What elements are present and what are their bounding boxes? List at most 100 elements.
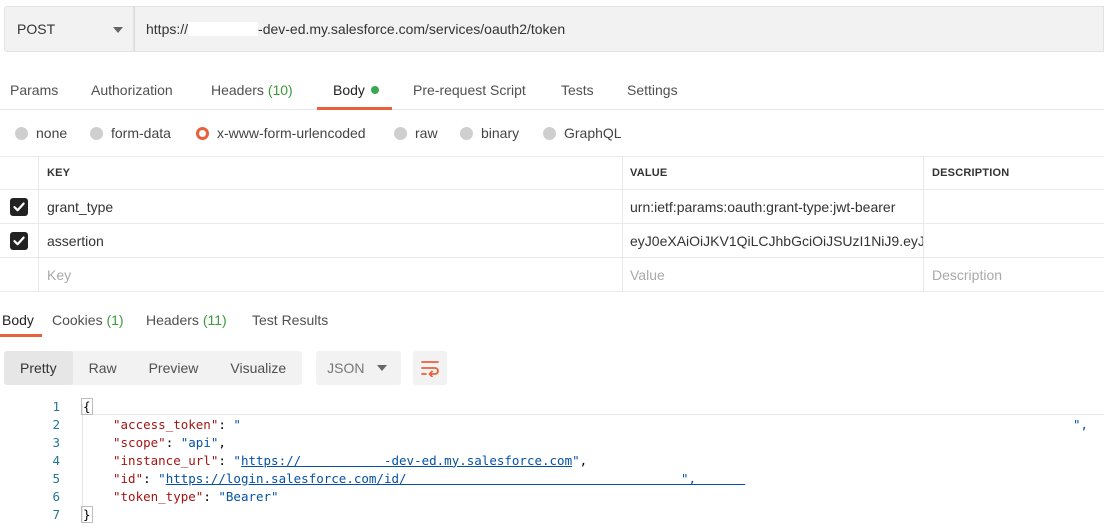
tab-tests[interactable]: Tests [561, 82, 594, 98]
json-key: "token_type" [113, 488, 204, 504]
radio-label: GraphQL [564, 125, 622, 141]
active-tab-indicator [0, 334, 42, 337]
tab-headers[interactable]: Headers (10) [211, 82, 293, 98]
value-cell[interactable]: eyJ0eXAiOiJKV1QiLCJhbGciOiJSUzI1NiJ9.eyJ… [622, 224, 923, 257]
request-url-bar: POST https:// -dev-ed.my.salesforce.com/… [4, 6, 1104, 52]
json-link[interactable]: -dev-ed.my.salesforce.com [384, 453, 572, 468]
code-line: 5 "id": "https://login.salesforce.com/id… [0, 469, 696, 487]
tab-label: Body [2, 312, 34, 328]
json-string: "Bearer" [218, 488, 279, 504]
view-visualize-button[interactable]: Visualize [214, 351, 302, 385]
response-toolbar: Pretty Raw Preview Visualize JSON [4, 351, 448, 385]
url-input[interactable]: https:// -dev-ed.my.salesforce.com/servi… [134, 6, 1104, 52]
json-key: "id" [113, 470, 144, 486]
json-string-close: ", [681, 470, 697, 486]
checkbox-cell [0, 190, 38, 223]
json-key: "scope" [113, 434, 166, 450]
description-cell[interactable] [923, 224, 1104, 257]
view-raw-button[interactable]: Raw [73, 351, 133, 385]
tab-body[interactable]: Body [333, 82, 379, 98]
key-cell[interactable]: assertion [38, 224, 622, 257]
status-dot-icon [370, 86, 379, 94]
radio-graphql[interactable]: GraphQL [543, 125, 622, 141]
checkmark-icon [13, 236, 25, 245]
url-prefix: https:// [146, 21, 189, 37]
tab-label: Headers [146, 312, 199, 328]
tab-label: Tests [561, 82, 594, 98]
key-input-placeholder[interactable]: Key [38, 258, 622, 291]
code-line: 1 { [0, 397, 93, 415]
http-method-label: POST [17, 21, 56, 37]
checkbox-cell [0, 258, 38, 291]
column-header-description: DESCRIPTION [923, 157, 1104, 189]
format-select[interactable]: JSON [316, 351, 402, 385]
tab-label: Body [333, 82, 365, 98]
checkbox-checked[interactable] [10, 231, 28, 250]
tab-params[interactable]: Params [10, 82, 58, 98]
tab-label: Params [10, 82, 59, 98]
tab-settings[interactable]: Settings [627, 82, 678, 98]
radio-label: x-www-form-urlencoded [217, 125, 366, 141]
tab-response-body[interactable]: Body [2, 312, 34, 328]
url-suffix: -dev-ed.my.salesforce.com/services/oauth… [258, 21, 566, 37]
line-number: 3 [52, 434, 60, 450]
tab-label: Authorization [91, 82, 173, 98]
tab-label: Headers [211, 82, 264, 98]
radio-form-data[interactable]: form-data [90, 125, 171, 141]
json-string-close: ", [1073, 416, 1089, 432]
wrap-lines-icon [421, 361, 440, 377]
json-link[interactable]: https:// [241, 453, 301, 468]
code-line: 6 "token_type": "Bearer" [0, 487, 278, 505]
line-number: 6 [52, 488, 60, 504]
value-input-placeholder[interactable]: Value [622, 258, 923, 291]
code-line: 4 "instance_url": "https:// -dev-ed.my.s… [0, 451, 587, 469]
line-number: 5 [52, 470, 60, 486]
radio-circle-icon [543, 126, 556, 140]
view-preview-button[interactable]: Preview [133, 351, 215, 385]
line-number: 1 [52, 398, 60, 414]
json-key: "instance_url" [113, 452, 219, 468]
description-input-placeholder[interactable]: Description [923, 258, 1104, 291]
key-cell[interactable]: grant_type [38, 190, 622, 223]
description-cell[interactable] [923, 190, 1104, 223]
tab-response-headers[interactable]: Headers (11) [146, 312, 227, 328]
tab-label: Test Results [252, 312, 329, 328]
response-tabs: Body Cookies (1) Headers (11) Test Resul… [0, 304, 1104, 338]
header-checkbox-cell [0, 157, 38, 189]
tab-pre-request-script[interactable]: Pre-request Script [413, 82, 526, 98]
http-method-select[interactable]: POST [4, 6, 134, 52]
radio-circle-icon [90, 126, 103, 140]
tab-test-results[interactable]: Test Results [252, 312, 328, 328]
response-body-viewer[interactable]: 1 { 2 "access_token": " ", 3 "scope": "a… [0, 396, 1104, 531]
column-header-value: VALUE [622, 157, 923, 189]
table-row: assertion eyJ0eXAiOiJKV1QiLCJhbGciOiJSUz… [0, 224, 1104, 258]
value-cell[interactable]: urn:ietf:params:oauth:grant-type:jwt-bea… [622, 190, 923, 223]
radio-none[interactable]: none [15, 125, 67, 141]
view-pretty-button[interactable]: Pretty [4, 351, 73, 385]
radio-raw[interactable]: raw [394, 125, 438, 141]
line-number: 7 [52, 506, 60, 522]
tab-authorization[interactable]: Authorization [91, 82, 173, 98]
gutter-divider [82, 404, 83, 522]
radio-label: none [36, 125, 68, 141]
radio-binary[interactable]: binary [460, 125, 519, 141]
tab-cookies[interactable]: Cookies (1) [52, 312, 124, 328]
tab-label: Pre-request Script [413, 82, 526, 98]
radio-circle-icon [460, 126, 473, 140]
tab-count: (11) [202, 312, 227, 328]
body-type-selector: none form-data x-www-form-urlencoded raw… [0, 120, 1104, 148]
view-mode-group: Pretty Raw Preview Visualize [4, 351, 303, 385]
json-link[interactable]: https://login.salesforce.com/id/ [166, 471, 407, 486]
checkbox-checked[interactable] [10, 197, 28, 216]
table-row-new: Key Value Description [0, 258, 1104, 292]
wrap-lines-button[interactable] [413, 351, 448, 385]
code-line: 3 "scope": "api", [0, 433, 225, 451]
code-line: 2 "access_token": " ", [0, 415, 1088, 433]
request-tabs: Params Authorization Headers (10) Body P… [0, 70, 1104, 110]
current-line-border [82, 414, 1104, 415]
checkmark-icon [13, 202, 25, 211]
radio-label: form-data [111, 125, 171, 141]
radio-circle-icon [15, 126, 28, 140]
line-number: 4 [52, 452, 60, 468]
radio-x-www-form-urlencoded[interactable]: x-www-form-urlencoded [196, 125, 366, 141]
